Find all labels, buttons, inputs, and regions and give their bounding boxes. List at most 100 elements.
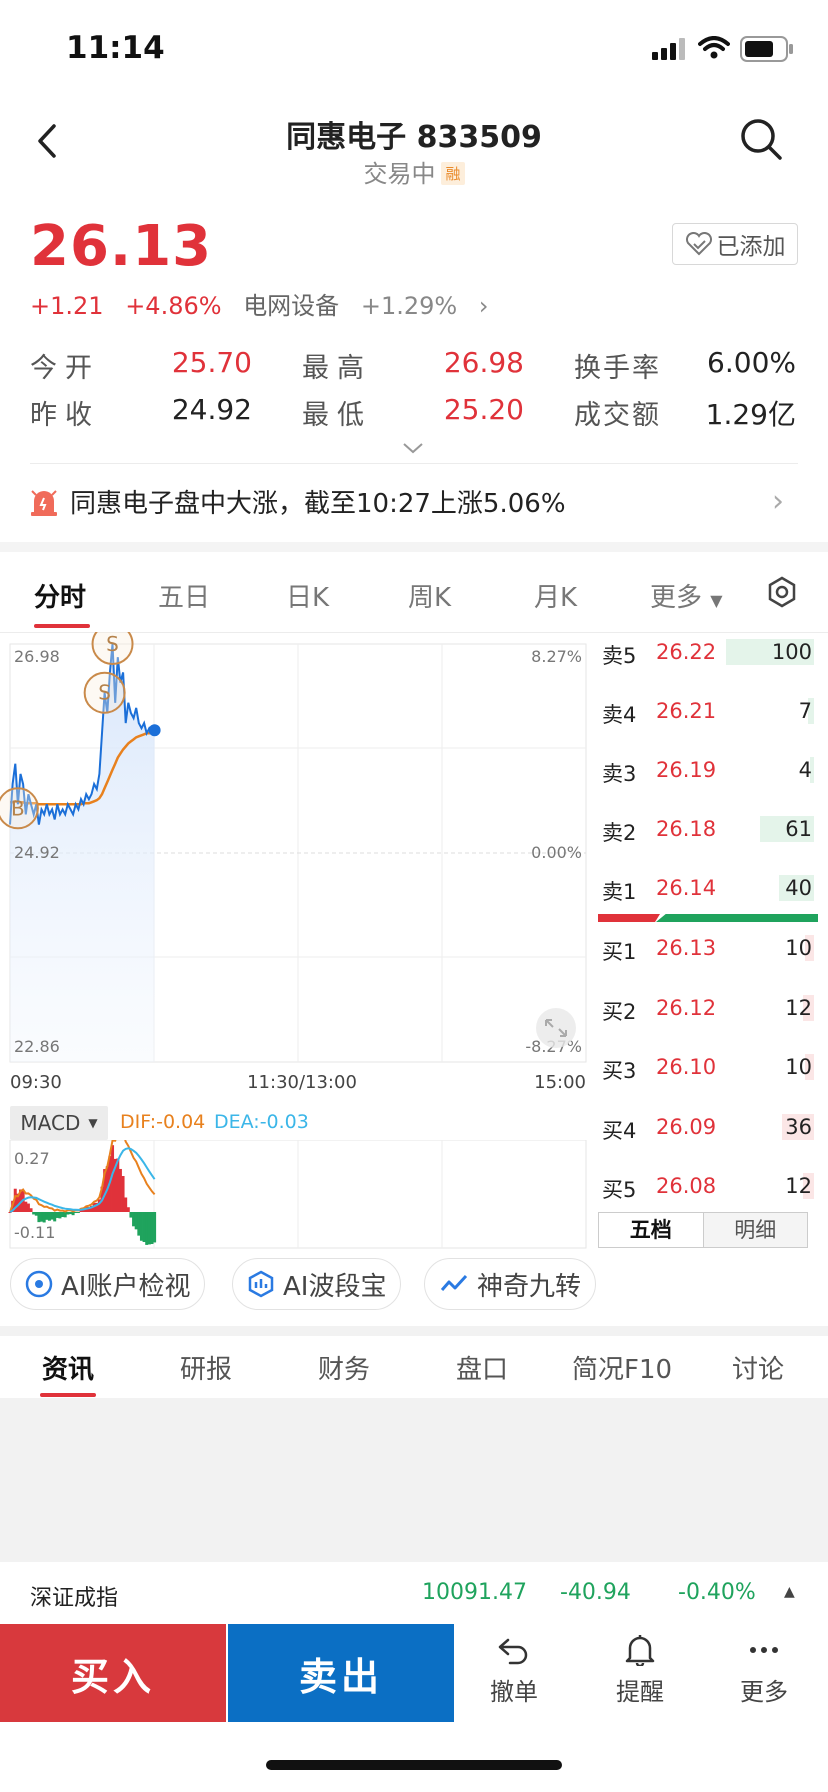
sell-row: 卖3 26.19 4 xyxy=(596,746,818,798)
stock-title: 同惠电子 833509 xyxy=(286,120,542,155)
bell-icon xyxy=(625,1635,655,1668)
index-pct: -0.40% xyxy=(678,1580,756,1605)
sector-link[interactable]: 电网设备 +1.29% › xyxy=(243,292,502,320)
chevron-right-icon: › xyxy=(478,292,489,320)
tab-daily-k[interactable]: 日K xyxy=(286,577,329,614)
caret-down-icon: ▼ xyxy=(710,591,723,610)
tab-more[interactable]: 更多 ▼ xyxy=(650,577,723,614)
stat-label-prev-close: 昨收 xyxy=(30,400,100,431)
macd-bar xyxy=(29,1208,33,1212)
trading-status: 交易中融 xyxy=(0,154,828,189)
macd-bar xyxy=(26,1203,30,1212)
tab-weekly-k[interactable]: 周K xyxy=(408,577,451,614)
margin-badge: 融 xyxy=(441,162,465,185)
buy-level-label: 买4 xyxy=(602,1118,637,1143)
svg-text:B: B xyxy=(11,796,25,820)
order-book: 卖5 26.22 100 卖4 26.21 7 卖3 26.19 4 卖2 26.18 61 卖1 26.… xyxy=(596,632,818,1252)
price-change: +1.21 xyxy=(30,292,104,320)
more-label: 更多 xyxy=(740,1678,788,1706)
tab-market-depth[interactable]: 盘口 xyxy=(456,1349,508,1386)
order-book-tabs: 五档 明细 xyxy=(598,1212,808,1248)
stat-high: 26.98 xyxy=(443,346,524,379)
fullscreen-icon[interactable] xyxy=(536,1008,576,1048)
ask-ratio xyxy=(598,914,660,922)
y-right-top: 8.27% xyxy=(531,647,582,666)
buy-volume: 10 xyxy=(785,1055,812,1079)
macd-bar xyxy=(66,1212,70,1215)
tab-five-level[interactable]: 五档 xyxy=(599,1213,704,1247)
macd-bar xyxy=(126,1207,130,1212)
sell-row: 卖2 26.18 61 xyxy=(596,805,818,857)
divider xyxy=(30,463,798,464)
macd-bar xyxy=(47,1212,51,1221)
action-bar: 买入 卖出 撤单 提醒 更多 xyxy=(0,1624,828,1724)
tab-discussion[interactable]: 讨论 xyxy=(732,1349,784,1386)
change-row: +1.21 +4.86% 电网设备 +1.29% › xyxy=(30,286,516,321)
macd-chart[interactable]: 0.27 -0.11 xyxy=(0,1140,590,1250)
y-left-bottom: 22.86 xyxy=(14,1037,60,1056)
macd-bar xyxy=(132,1212,136,1227)
macd-bar xyxy=(61,1212,65,1217)
more-button[interactable]: 更多 xyxy=(714,1634,814,1707)
x-label-open: 09:30 xyxy=(10,1072,62,1092)
tab-more-label: 更多 xyxy=(650,583,703,613)
macd-bar xyxy=(145,1212,149,1245)
tab-finance[interactable]: 财务 xyxy=(318,1349,370,1386)
sell-row: 卖4 26.21 7 xyxy=(596,687,818,739)
macd-bar xyxy=(24,1201,28,1212)
cancel-order-label: 撤单 xyxy=(490,1678,538,1706)
buy-row: 买5 26.08 12 xyxy=(596,1162,818,1214)
macd-bar xyxy=(147,1212,151,1245)
sell-level-label: 卖5 xyxy=(602,644,637,668)
home-indicator xyxy=(266,1760,562,1770)
macd-bar xyxy=(45,1212,49,1220)
index-ticker[interactable]: 深证成指 10091.47 -40.94 -0.40% ▲ xyxy=(0,1562,828,1624)
macd-y-top: 0.27 xyxy=(14,1149,50,1168)
stat-label-low: 最低 xyxy=(302,400,372,431)
tab-research[interactable]: 研报 xyxy=(180,1349,232,1386)
stat-amount: 1.29亿 xyxy=(705,398,796,431)
tab-monthly-k[interactable]: 月K xyxy=(534,577,577,614)
macd-bar xyxy=(58,1212,62,1219)
sell-level-label: 卖3 xyxy=(602,762,637,786)
news-alert[interactable]: 同惠电子盘中大涨，截至10:27上涨5.06% xyxy=(30,483,566,520)
macd-bar xyxy=(42,1212,46,1223)
y-right-mid: 0.00% xyxy=(531,843,582,862)
trend-icon xyxy=(440,1274,468,1291)
watchlist-button[interactable]: 已添加 xyxy=(672,223,798,265)
tab-f10[interactable]: 简况F10 xyxy=(572,1349,672,1386)
chip-label: AI账户检视 xyxy=(61,1271,191,1302)
stat-label-turnover: 换手率 xyxy=(574,353,661,384)
macd-bar xyxy=(32,1212,36,1215)
macd-bar xyxy=(68,1212,72,1215)
alert-button[interactable]: 提醒 xyxy=(590,1634,690,1707)
macd-dif: DIF:-0.04 xyxy=(120,1111,205,1133)
current-price: 26.13 xyxy=(30,214,213,279)
chevron-down-icon[interactable] xyxy=(400,440,426,456)
magic-nine-chip[interactable]: 神奇九转 xyxy=(424,1258,597,1310)
sell-volume: 4 xyxy=(798,758,812,782)
tab-news[interactable]: 资讯 xyxy=(42,1349,94,1386)
buy-level-label: 买1 xyxy=(602,940,637,964)
intraday-chart[interactable]: BSS 26.98 24.92 22.86 8.27% 0.00% -8.27%… xyxy=(0,632,590,1092)
cancel-order-button[interactable]: 撤单 xyxy=(464,1634,564,1707)
tab-detail[interactable]: 明细 xyxy=(703,1213,807,1247)
indicator-select[interactable]: MACD ▼ xyxy=(10,1106,108,1140)
macd-bar xyxy=(129,1212,133,1218)
tab-intraday[interactable]: 分时 xyxy=(34,577,86,614)
buy-button[interactable]: 买入 xyxy=(0,1624,226,1722)
ai-account-review-chip[interactable]: AI账户检视 xyxy=(10,1258,206,1310)
tab-five-day[interactable]: 五日 xyxy=(158,577,210,614)
x-label-noon: 11:30/13:00 xyxy=(247,1072,357,1092)
caret-up-icon: ▲ xyxy=(784,1584,795,1600)
sell-price: 26.14 xyxy=(656,876,717,900)
macd-bar xyxy=(153,1212,157,1243)
ai-wave-chip[interactable]: AI波段宝 xyxy=(232,1258,402,1310)
buy-level-label: 买2 xyxy=(602,999,637,1024)
sell-button[interactable]: 卖出 xyxy=(228,1624,454,1722)
ai-eye-icon xyxy=(25,1270,53,1298)
sell-marker: S xyxy=(83,671,126,714)
bid-ask-ratio-bar xyxy=(598,914,818,922)
chart-settings-icon[interactable] xyxy=(766,576,798,608)
search-icon[interactable] xyxy=(738,116,784,162)
